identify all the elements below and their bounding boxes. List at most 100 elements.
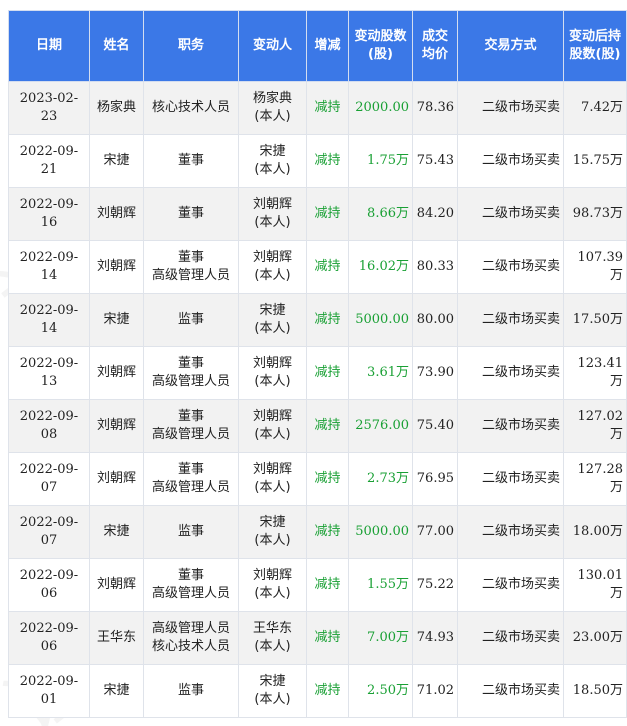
holding-after-cell: 123.41万 bbox=[563, 346, 627, 400]
method-cell: 二级市场买卖 bbox=[457, 664, 564, 718]
date-cell: 2022-09-07 bbox=[8, 452, 90, 506]
method-cell: 二级市场买卖 bbox=[457, 346, 564, 400]
holding-after-cell: 98.73万 bbox=[563, 187, 627, 241]
changer-cell-line: (本人) bbox=[254, 586, 291, 601]
change-type-cell: 减持 bbox=[306, 558, 349, 612]
table-row: 2022-09-06 刘朝辉 董事 高级管理人员 刘朝辉 (本人) 减持 1.55万 75.22… bbox=[8, 558, 627, 612]
method-cell: 二级市场买卖 bbox=[457, 399, 564, 453]
change-shares-cell: 3.61万 bbox=[348, 346, 413, 400]
position-cell-line: 核心技术人员 bbox=[151, 100, 230, 115]
change-shares-cell: 2000.00 bbox=[348, 81, 413, 135]
table-row: 2022-09-08 刘朝辉 董事 高级管理人员 刘朝辉 (本人) 减持 2576.00 75.… bbox=[8, 399, 627, 453]
insider-trading-table: 日期 姓名 职务 变动人 增减 变动股数(股) 成交均价 交易方式 变动后持股数… bbox=[8, 10, 627, 718]
header-changer: 变动人 bbox=[238, 10, 307, 82]
changer-cell-line: (本人) bbox=[254, 268, 291, 283]
date-cell: 2022-09-06 bbox=[8, 558, 90, 612]
position-cell: 监事 bbox=[143, 293, 239, 347]
changer-cell: 刘朝辉 (本人) bbox=[238, 399, 307, 453]
change-type-cell: 减持 bbox=[306, 293, 349, 347]
date-cell: 2022-09-14 bbox=[8, 293, 90, 347]
position-cell-line: 董事 bbox=[177, 356, 204, 371]
table-row: 2022-09-07 刘朝辉 董事 高级管理人员 刘朝辉 (本人) 减持 2.73万 76.95… bbox=[8, 452, 627, 506]
method-cell: 二级市场买卖 bbox=[457, 187, 564, 241]
method-cell: 二级市场买卖 bbox=[457, 293, 564, 347]
price-cell: 71.02 bbox=[412, 664, 458, 718]
change-shares-cell: 1.75万 bbox=[348, 134, 413, 188]
date-cell: 2022-09-07 bbox=[8, 505, 90, 559]
holding-after-cell: 107.39万 bbox=[563, 240, 627, 294]
changer-cell: 刘朝辉 (本人) bbox=[238, 346, 307, 400]
position-cell: 董事 高级管理人员 bbox=[143, 452, 239, 506]
holding-after-cell: 130.01万 bbox=[563, 558, 627, 612]
date-cell: 2022-09-01 bbox=[8, 664, 90, 718]
change-type-cell: 减持 bbox=[306, 346, 349, 400]
method-cell: 二级市场买卖 bbox=[457, 452, 564, 506]
name-cell: 刘朝辉 bbox=[89, 399, 144, 453]
position-cell: 监事 bbox=[143, 505, 239, 559]
changer-cell: 王华东 (本人) bbox=[238, 611, 307, 665]
method-cell: 二级市场买卖 bbox=[457, 134, 564, 188]
name-cell: 宋捷 bbox=[89, 293, 144, 347]
date-cell: 2022-09-06 bbox=[8, 611, 90, 665]
changer-cell-line: 刘朝辉 bbox=[252, 409, 292, 424]
name-cell: 宋捷 bbox=[89, 134, 144, 188]
header-position: 职务 bbox=[143, 10, 239, 82]
name-cell: 王华东 bbox=[89, 611, 144, 665]
position-cell-line: 监事 bbox=[177, 683, 204, 698]
changer-cell: 刘朝辉 (本人) bbox=[238, 240, 307, 294]
header-date: 日期 bbox=[8, 10, 90, 82]
name-cell: 刘朝辉 bbox=[89, 240, 144, 294]
changer-cell-line: (本人) bbox=[254, 321, 291, 336]
change-type-cell: 减持 bbox=[306, 452, 349, 506]
holding-after-cell: 17.50万 bbox=[563, 293, 627, 347]
change-type-cell: 减持 bbox=[306, 240, 349, 294]
position-cell-line: 董事 bbox=[177, 250, 204, 265]
price-cell: 84.20 bbox=[412, 187, 458, 241]
name-cell: 宋捷 bbox=[89, 505, 144, 559]
changer-cell-line: 宋捷 bbox=[259, 674, 286, 689]
position-cell-line: 高级管理人员 bbox=[151, 374, 230, 389]
changer-cell-line: (本人) bbox=[254, 533, 291, 548]
changer-cell: 刘朝辉 (本人) bbox=[238, 187, 307, 241]
changer-cell: 宋捷 (本人) bbox=[238, 664, 307, 718]
position-cell-line: 监事 bbox=[177, 524, 204, 539]
change-type-cell: 减持 bbox=[306, 187, 349, 241]
changer-cell-line: (本人) bbox=[254, 639, 291, 654]
changer-cell-line: 宋捷 bbox=[259, 144, 286, 159]
position-cell-line: 核心技术人员 bbox=[151, 639, 230, 654]
position-cell-line: 董事 bbox=[177, 462, 204, 477]
position-cell: 董事 bbox=[143, 134, 239, 188]
position-cell-line: 高级管理人员 bbox=[151, 268, 230, 283]
change-shares-cell: 1.55万 bbox=[348, 558, 413, 612]
price-cell: 73.90 bbox=[412, 346, 458, 400]
method-cell: 二级市场买卖 bbox=[457, 505, 564, 559]
changer-cell-line: (本人) bbox=[254, 480, 291, 495]
table-row: 2022-09-01 宋捷 监事 宋捷 (本人) 减持 2.50万 71.02 二级市场买卖 18… bbox=[8, 664, 627, 718]
change-shares-cell: 2.50万 bbox=[348, 664, 413, 718]
change-shares-cell: 5000.00 bbox=[348, 505, 413, 559]
date-cell: 2022-09-14 bbox=[8, 240, 90, 294]
method-cell: 二级市场买卖 bbox=[457, 81, 564, 135]
changer-cell-line: 刘朝辉 bbox=[252, 568, 292, 583]
changer-cell-line: 王华东 bbox=[252, 621, 292, 636]
header-method: 交易方式 bbox=[457, 10, 564, 82]
table-row: 2022-09-06 王华东 高级管理人员 核心技术人员 王华东 (本人) 减持 7.00万 7… bbox=[8, 611, 627, 665]
table-row: 2022-09-14 宋捷 监事 宋捷 (本人) 减持 5000.00 80.00 二级市场买卖… bbox=[8, 293, 627, 347]
change-type-cell: 减持 bbox=[306, 399, 349, 453]
change-type-cell: 减持 bbox=[306, 611, 349, 665]
position-cell-line: 董事 bbox=[177, 409, 204, 424]
changer-cell: 宋捷 (本人) bbox=[238, 134, 307, 188]
holding-after-cell: 23.00万 bbox=[563, 611, 627, 665]
change-type-cell: 减持 bbox=[306, 81, 349, 135]
price-cell: 78.36 bbox=[412, 81, 458, 135]
changer-cell: 刘朝辉 (本人) bbox=[238, 452, 307, 506]
changer-cell: 宋捷 (本人) bbox=[238, 505, 307, 559]
date-cell: 2022-09-13 bbox=[8, 346, 90, 400]
name-cell: 刘朝辉 bbox=[89, 187, 144, 241]
position-cell-line: 高级管理人员 bbox=[151, 586, 230, 601]
change-shares-cell: 7.00万 bbox=[348, 611, 413, 665]
position-cell: 董事 高级管理人员 bbox=[143, 558, 239, 612]
table-row: 2023-02-23 杨家典 核心技术人员 杨家典 (本人) 减持 2000.00 78.36… bbox=[8, 81, 627, 135]
name-cell: 刘朝辉 bbox=[89, 346, 144, 400]
position-cell: 董事 高级管理人员 bbox=[143, 346, 239, 400]
